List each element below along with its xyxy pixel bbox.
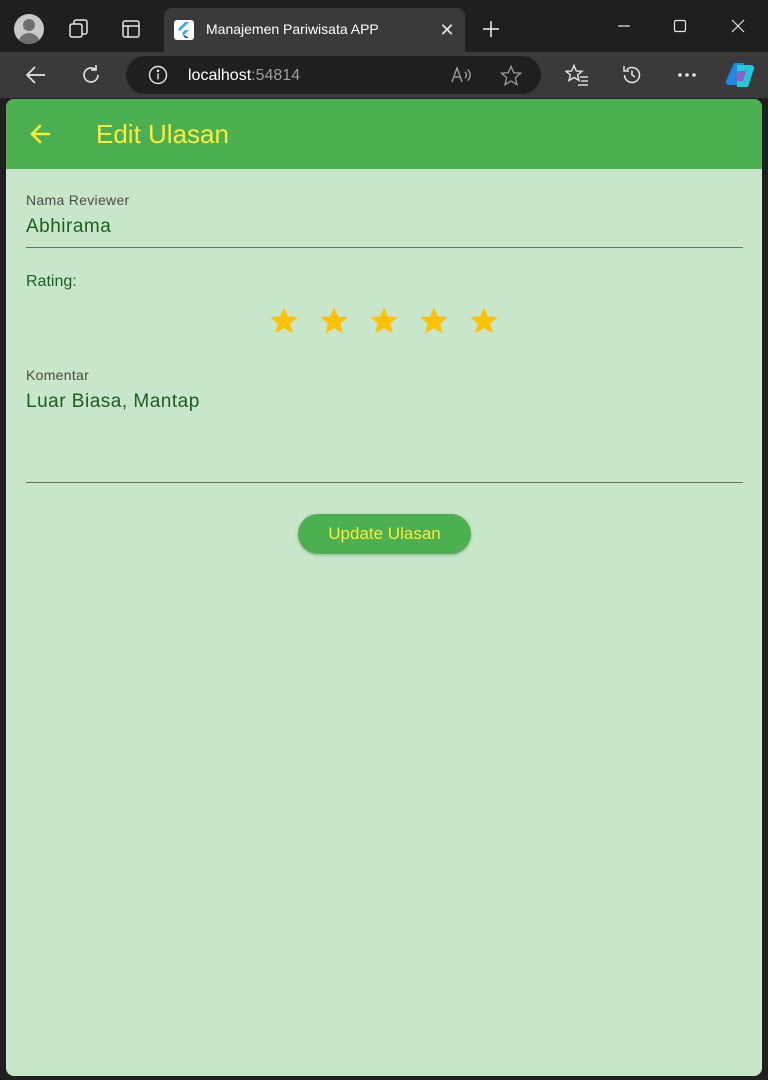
browser-tab-active[interactable]: Manajemen Pariwisata APP ✕ xyxy=(164,8,465,52)
page-title: Edit Ulasan xyxy=(96,119,229,149)
reviewer-name-label: Nama Reviewer xyxy=(26,192,130,208)
url-port: :54814 xyxy=(251,67,301,84)
more-options-icon[interactable] xyxy=(674,62,700,88)
maximize-window-icon[interactable] xyxy=(652,0,708,52)
workspaces-icon[interactable] xyxy=(66,16,92,42)
star-icon[interactable] xyxy=(470,303,520,337)
app-bar: Edit Ulasan xyxy=(6,99,762,169)
browser-address-bar: localhost:54814 xyxy=(0,52,768,98)
back-arrow-icon[interactable] xyxy=(20,114,60,154)
comment-underline xyxy=(26,482,743,483)
back-arrow-icon[interactable] xyxy=(22,62,50,88)
reviewer-name-value[interactable]: Abhirama xyxy=(26,216,111,238)
star-icon[interactable] xyxy=(370,303,420,337)
edit-review-page: Edit Ulasan Nama Reviewer Abhirama Ratin… xyxy=(6,99,762,1076)
site-info-icon[interactable] xyxy=(148,65,168,85)
reload-icon[interactable] xyxy=(77,62,105,88)
tab-title: Manajemen Pariwisata APP xyxy=(206,21,379,37)
star-icon[interactable] xyxy=(420,303,470,337)
address-input[interactable]: localhost:54814 xyxy=(126,56,541,94)
comment-value[interactable]: Luar Biasa, Mantap xyxy=(26,391,200,413)
star-icon[interactable] xyxy=(320,303,370,337)
comment-label: Komentar xyxy=(26,367,90,383)
star-icon[interactable] xyxy=(270,303,320,337)
read-aloud-icon[interactable] xyxy=(450,65,472,85)
new-tab-icon[interactable] xyxy=(478,16,504,42)
reviewer-name-underline xyxy=(26,247,743,248)
star-rating[interactable] xyxy=(270,303,520,337)
tab-actions-icon[interactable] xyxy=(118,16,144,42)
favorites-list-icon[interactable] xyxy=(564,62,590,88)
url-text: localhost:54814 xyxy=(188,67,300,85)
rating-label: Rating: xyxy=(26,273,77,290)
profile-avatar-icon[interactable] xyxy=(14,14,44,44)
url-host: localhost xyxy=(188,67,252,84)
close-tab-icon[interactable]: ✕ xyxy=(437,20,457,40)
flutter-favicon-icon xyxy=(174,20,194,40)
favorite-star-icon[interactable] xyxy=(500,64,522,86)
copilot-icon[interactable] xyxy=(724,60,756,90)
close-window-icon[interactable] xyxy=(710,0,766,52)
minimize-window-icon[interactable] xyxy=(596,0,652,52)
browser-tab-bar: Manajemen Pariwisata APP ✕ xyxy=(0,0,768,52)
history-icon[interactable] xyxy=(619,62,645,88)
update-review-button[interactable]: Update Ulasan xyxy=(298,514,471,554)
